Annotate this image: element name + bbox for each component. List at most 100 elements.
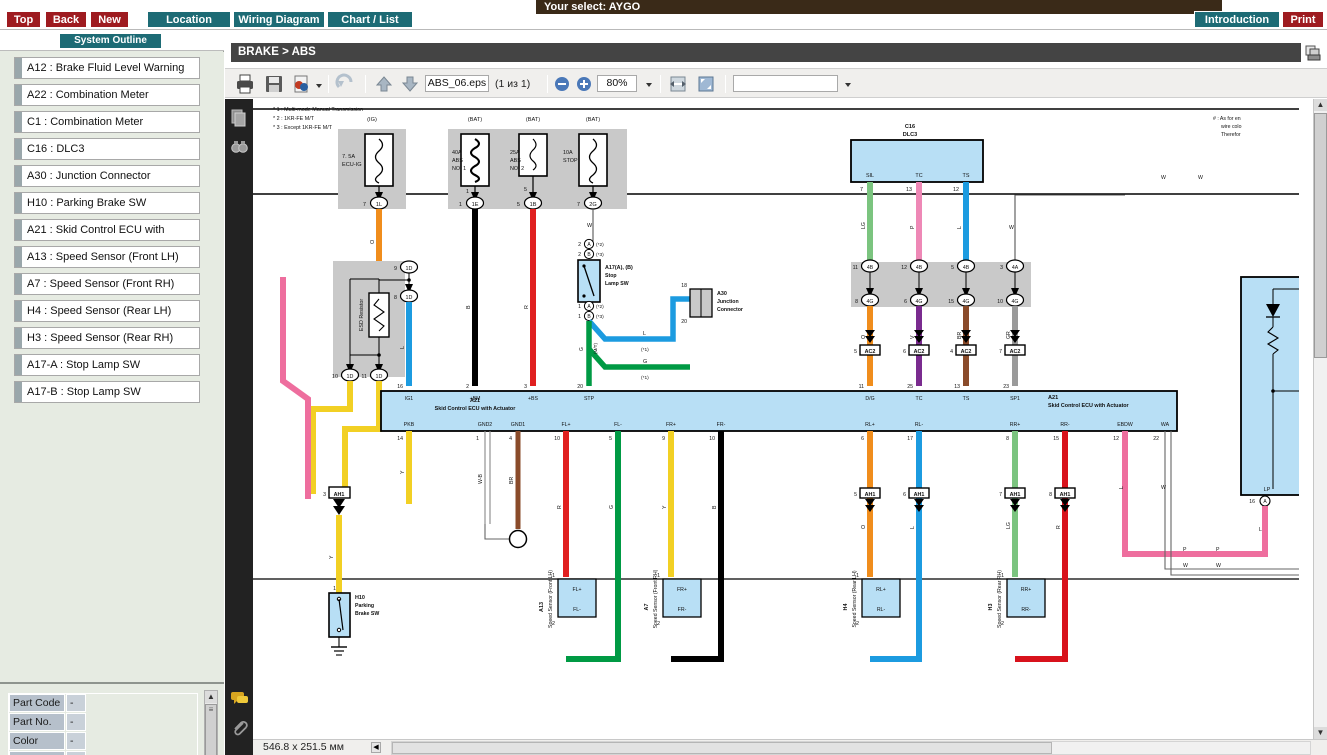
- fit-page-icon[interactable]: [695, 73, 717, 95]
- page-down-icon[interactable]: [399, 73, 421, 95]
- wire-code: L: [910, 526, 916, 529]
- fuse-subname: NO. 1: [452, 166, 466, 172]
- note-right-3: Therefor: [1221, 132, 1241, 138]
- wiring-diagram-canvas[interactable]: * 1 : Multi-mode Manual Transmission * 2…: [253, 99, 1313, 739]
- system-outline-button[interactable]: System Outline: [60, 34, 161, 48]
- list-item[interactable]: H4 : Speed Sensor (Rear LH): [14, 300, 200, 322]
- component-name: DLC3: [903, 132, 918, 138]
- search-input[interactable]: [733, 75, 838, 92]
- wire-code: W: [1161, 175, 1166, 181]
- print-pages-icon[interactable]: [1304, 44, 1324, 62]
- list-item[interactable]: A12 : Brake Fluid Level Warning: [14, 57, 200, 79]
- speed-sensor-rear-lh: O L AH1 5 AH1 6 RL+ RL- 1 2 Speed Sensor…: [843, 431, 930, 662]
- top-navigation-bar: Your select: AYGO Top Back New Location …: [0, 0, 1327, 30]
- vertical-scrollbar[interactable]: ▲ ▼: [1313, 99, 1327, 739]
- system-outline-header: System Outline: [0, 31, 224, 51]
- snapshot-icon[interactable]: [335, 73, 357, 95]
- back-button[interactable]: Back: [45, 11, 87, 28]
- new-button[interactable]: New: [90, 11, 129, 28]
- introduction-button[interactable]: Introduction: [1194, 11, 1280, 28]
- print-top-button[interactable]: Print: [1282, 11, 1324, 28]
- fit-width-icon[interactable]: [667, 73, 689, 95]
- scrollbar-thumb[interactable]: [392, 742, 1052, 754]
- comments-icon[interactable]: [230, 689, 249, 707]
- page-up-icon[interactable]: [373, 73, 395, 95]
- wiring-diagram-tab[interactable]: Wiring Diagram: [233, 11, 325, 28]
- pin-number: 1: [333, 586, 336, 592]
- page-filename-field[interactable]: ABS_06.eps: [425, 75, 489, 92]
- connector-label: AC2: [1010, 349, 1021, 355]
- scroll-up-icon[interactable]: ▲: [205, 691, 217, 703]
- connector-label: AC2: [914, 349, 925, 355]
- pin-label: RR+: [1021, 587, 1032, 593]
- zoom-dropdown-icon[interactable]: [646, 83, 652, 87]
- pin-number: 8: [394, 295, 397, 301]
- save-icon[interactable]: [263, 73, 285, 95]
- note-right-2: wire colo: [1221, 124, 1242, 130]
- scroll-up-icon[interactable]: ▲: [1314, 99, 1327, 111]
- scrollbar-thumb[interactable]: ≡: [205, 704, 217, 755]
- ground-point: [508, 529, 528, 549]
- wire-code: B: [712, 505, 718, 509]
- list-item[interactable]: C1 : Combination Meter: [14, 111, 200, 133]
- list-item[interactable]: A7 : Speed Sensor (Front RH): [14, 273, 200, 295]
- pin-number: 6: [903, 349, 906, 355]
- pin-number: 7: [999, 349, 1002, 355]
- search-dropdown-icon[interactable]: [845, 83, 851, 87]
- pin-label: PKB: [404, 422, 415, 428]
- zoom-level-field[interactable]: 80%: [597, 75, 637, 92]
- wire-code: LG: [861, 222, 867, 229]
- pin-label: +BS: [528, 396, 538, 402]
- horizontal-scrollbar[interactable]: [391, 741, 1311, 755]
- pin-label: +BM: [470, 396, 481, 402]
- wire-code: O: [861, 525, 867, 529]
- export-dropdown-icon[interactable]: [316, 84, 322, 88]
- print-icon[interactable]: [234, 73, 256, 95]
- status-collapse-icon[interactable]: ◀: [371, 742, 381, 753]
- note-ref: (*2): [596, 304, 604, 310]
- pin-number: 6: [861, 436, 864, 442]
- pin-label: GND1: [511, 422, 526, 428]
- table-row: Spec -: [9, 751, 87, 755]
- list-item[interactable]: A21 : Skid Control ECU with: [14, 219, 200, 241]
- search-panel-icon[interactable]: [230, 139, 249, 157]
- fuse-subname: NO. 2: [510, 166, 524, 172]
- list-item[interactable]: A17-B : Stop Lamp SW: [14, 381, 200, 403]
- node-label: 1B: [530, 202, 537, 208]
- spec-value: -: [66, 751, 86, 755]
- component-name-1: Stop: [605, 273, 617, 279]
- list-item[interactable]: C16 : DLC3: [14, 138, 200, 160]
- wire-code: GR: [1006, 331, 1012, 339]
- pin-number: 18: [681, 283, 687, 289]
- list-item[interactable]: A17-A : Stop Lamp SW: [14, 354, 200, 376]
- component-id: H10: [355, 595, 365, 601]
- chart-list-tab[interactable]: Chart / List: [327, 11, 413, 28]
- list-item[interactable]: A22 : Combination Meter: [14, 84, 200, 106]
- zoom-in-icon[interactable]: [575, 73, 593, 95]
- toolbar-separator: [660, 75, 661, 93]
- list-item[interactable]: H3 : Speed Sensor (Rear RH): [14, 327, 200, 349]
- export-icon[interactable]: [291, 73, 313, 95]
- part-panel-scrollbar[interactable]: ▲ ≡ ▼: [204, 690, 218, 755]
- pin-number: 16: [1249, 499, 1255, 505]
- wire-code: L: [1119, 486, 1125, 489]
- list-item[interactable]: A30 : Junction Connector: [14, 165, 200, 187]
- top-button[interactable]: Top: [6, 11, 41, 28]
- location-tab[interactable]: Location: [147, 11, 231, 28]
- list-item[interactable]: H10 : Parking Brake SW: [14, 192, 200, 214]
- wire-gnd2: [484, 431, 491, 524]
- note-ref: (*3): [596, 252, 604, 258]
- zoom-out-icon[interactable]: [553, 73, 571, 95]
- pages-panel-icon[interactable]: [230, 109, 249, 127]
- wire-blue-stop: [586, 296, 690, 342]
- pin-label: RR-: [1021, 607, 1030, 613]
- list-item[interactable]: A13 : Speed Sensor (Front LH): [14, 246, 200, 268]
- note-1: * 1 : Multi-mode Manual Transmission: [273, 107, 363, 113]
- pin-label: STP: [584, 396, 595, 402]
- pin-label: WA: [1161, 422, 1170, 428]
- scrollbar-thumb[interactable]: [1314, 113, 1327, 358]
- scroll-down-icon[interactable]: ▼: [1314, 727, 1327, 739]
- attachments-icon[interactable]: [230, 719, 249, 737]
- pin-number: 2: [578, 252, 581, 258]
- wire-black-fr-minus: [671, 431, 724, 662]
